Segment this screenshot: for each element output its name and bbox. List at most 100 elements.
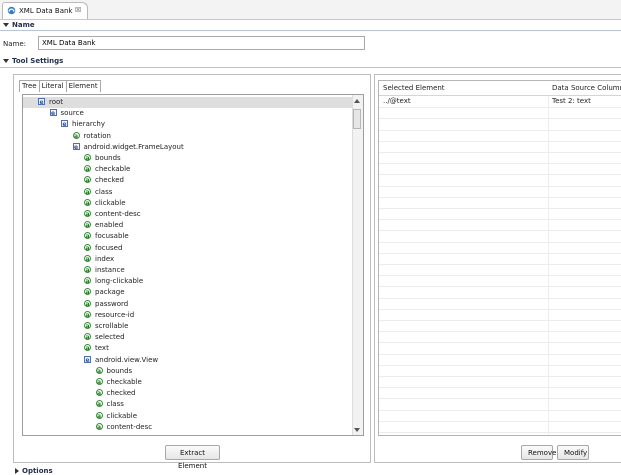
attribute-node-icon: a bbox=[84, 210, 91, 218]
tab-element[interactable]: Element bbox=[65, 80, 101, 92]
tree-node-label: clickable bbox=[95, 198, 126, 207]
column-header-data-source-column[interactable]: Data Source Column bbox=[548, 81, 621, 96]
tree-node[interactable]: a bounds bbox=[23, 366, 354, 377]
table-grid-line bbox=[379, 140, 621, 142]
tree-node-label: checked bbox=[95, 176, 124, 185]
modify-button[interactable]: Modify bbox=[557, 445, 589, 460]
attribute-node-icon: a bbox=[72, 131, 80, 140]
tree-node[interactable]: a resource-id bbox=[23, 310, 354, 321]
name-input[interactable] bbox=[38, 36, 365, 50]
tree-node[interactable]: a package bbox=[23, 287, 354, 298]
tree-node-label: class bbox=[106, 400, 124, 409]
remove-button[interactable]: Remove bbox=[521, 445, 556, 460]
table-grid-line bbox=[379, 387, 621, 389]
tree-node-label: rotation bbox=[83, 131, 111, 140]
attribute-node-icon: a bbox=[84, 322, 91, 330]
scroll-up-icon[interactable] bbox=[354, 99, 360, 103]
tree-node[interactable]: a content-desc bbox=[23, 209, 354, 220]
tree-node-label: long-clickable bbox=[95, 277, 144, 286]
attribute-node-icon: a bbox=[84, 288, 91, 297]
tree-node[interactable]: a long-clickable bbox=[23, 276, 354, 287]
close-icon[interactable]: ☒ bbox=[75, 6, 81, 14]
tree-node[interactable]: a selected bbox=[23, 332, 354, 343]
expand-twisty-icon bbox=[15, 468, 19, 474]
attribute-node-icon: a bbox=[84, 221, 91, 230]
tree-node[interactable]: a class bbox=[23, 187, 354, 198]
tree-scrollbar[interactable] bbox=[352, 95, 363, 435]
column-header-selected-element[interactable]: Selected Element bbox=[379, 81, 548, 96]
table-grid-line bbox=[379, 398, 621, 400]
collapse-twisty-icon bbox=[3, 59, 9, 63]
data-bank-icon bbox=[7, 6, 16, 15]
tree-node[interactable]: a clickable bbox=[23, 411, 354, 422]
tree-node[interactable]: a clickable bbox=[23, 198, 354, 209]
tree-node-label: selected bbox=[95, 333, 125, 342]
tree-node-label: focusable bbox=[95, 232, 129, 241]
tree-node[interactable]: a instance bbox=[23, 265, 354, 276]
editor-tab-bar: XML Data Bank ☒ bbox=[0, 0, 621, 20]
extract-element-button[interactable]: Extract Element bbox=[165, 445, 220, 470]
table-grid-line bbox=[379, 252, 621, 254]
tree-node[interactable]: e root bbox=[23, 97, 354, 108]
table-cell-selected-element[interactable]: ../@text bbox=[379, 96, 548, 107]
tree-node-label: focused bbox=[95, 243, 123, 252]
attribute-node-icon: a bbox=[84, 310, 91, 319]
tab-tree[interactable]: Tree bbox=[19, 80, 40, 92]
tree-node-label: content-desc bbox=[95, 210, 141, 218]
options-section-header[interactable]: Options bbox=[15, 467, 53, 475]
tree-node[interactable]: a checked bbox=[23, 388, 354, 399]
collapse-twisty-icon bbox=[3, 23, 9, 27]
tree-node[interactable]: a text bbox=[23, 343, 354, 354]
tree-node[interactable]: a focused bbox=[23, 243, 354, 254]
tree-node[interactable]: a checkable bbox=[23, 377, 354, 388]
tree-node[interactable]: a bounds bbox=[23, 153, 354, 164]
attribute-node-icon: a bbox=[95, 389, 103, 398]
tree-node[interactable]: e android.widget.FrameLayout bbox=[23, 142, 354, 153]
table-cell-data-source-column[interactable]: Test 2: text bbox=[548, 96, 621, 107]
tree-node-label: resource-id bbox=[95, 310, 135, 319]
table-grid-line bbox=[379, 129, 621, 131]
table-grid-line bbox=[379, 331, 621, 333]
tree-node[interactable]: a password bbox=[23, 299, 354, 310]
tree-node[interactable]: a enabled bbox=[23, 220, 354, 231]
mapping-table[interactable]: Selected Element Data Source Column ../@… bbox=[378, 80, 621, 436]
attribute-node-icon: a bbox=[84, 165, 91, 174]
tree-node-label: android.view.View bbox=[95, 355, 159, 364]
tree-node[interactable]: a checkable bbox=[23, 164, 354, 175]
section-divider bbox=[0, 67, 621, 68]
attribute-node-icon: a bbox=[84, 154, 91, 162]
table-grid-line bbox=[379, 342, 621, 344]
tool-settings-header[interactable]: Tool Settings bbox=[3, 57, 63, 65]
column-separator bbox=[548, 81, 549, 435]
element-node-icon: e bbox=[49, 109, 57, 118]
name-section-header[interactable]: Name bbox=[3, 21, 35, 29]
tab-xml-data-bank[interactable]: XML Data Bank ☒ bbox=[2, 2, 88, 19]
tree-node[interactable]: e hierarchy bbox=[23, 119, 354, 130]
tree-node[interactable]: a focusable bbox=[23, 231, 354, 242]
tree-node[interactable]: a checked bbox=[23, 175, 354, 186]
tree-node[interactable]: a scrollable bbox=[23, 321, 354, 332]
tab-literal[interactable]: Literal bbox=[38, 80, 67, 92]
tree-node[interactable]: a content-desc bbox=[23, 422, 354, 433]
tree-scrollbar-thumb[interactable] bbox=[353, 109, 361, 129]
table-grid-line bbox=[379, 185, 621, 187]
attribute-node-icon: a bbox=[95, 400, 103, 409]
table-grid-line bbox=[379, 208, 621, 209]
tree-node[interactable]: a rotation bbox=[23, 131, 354, 142]
tree-node[interactable]: a class bbox=[23, 399, 354, 410]
xml-tree[interactable]: e root e source e hierarchy a rotation e android.… bbox=[22, 94, 364, 436]
tree-view-tabs: Tree Literal Element bbox=[19, 80, 101, 92]
table-grid-line bbox=[379, 219, 621, 221]
tree-node-label: class bbox=[95, 187, 113, 196]
attribute-node-icon: a bbox=[95, 366, 103, 375]
tree-node[interactable]: e android.view.View bbox=[23, 355, 354, 366]
attribute-node-icon: a bbox=[84, 266, 91, 274]
tree-node[interactable]: e source bbox=[23, 108, 354, 119]
tree-node-label: bounds bbox=[95, 154, 121, 162]
table-grid-line bbox=[379, 174, 621, 176]
tree-node-label: source bbox=[60, 109, 84, 118]
table-grid-line bbox=[379, 409, 621, 411]
scroll-down-icon[interactable] bbox=[354, 428, 360, 432]
attribute-node-icon: a bbox=[84, 344, 91, 353]
tree-node[interactable]: a index bbox=[23, 254, 354, 265]
